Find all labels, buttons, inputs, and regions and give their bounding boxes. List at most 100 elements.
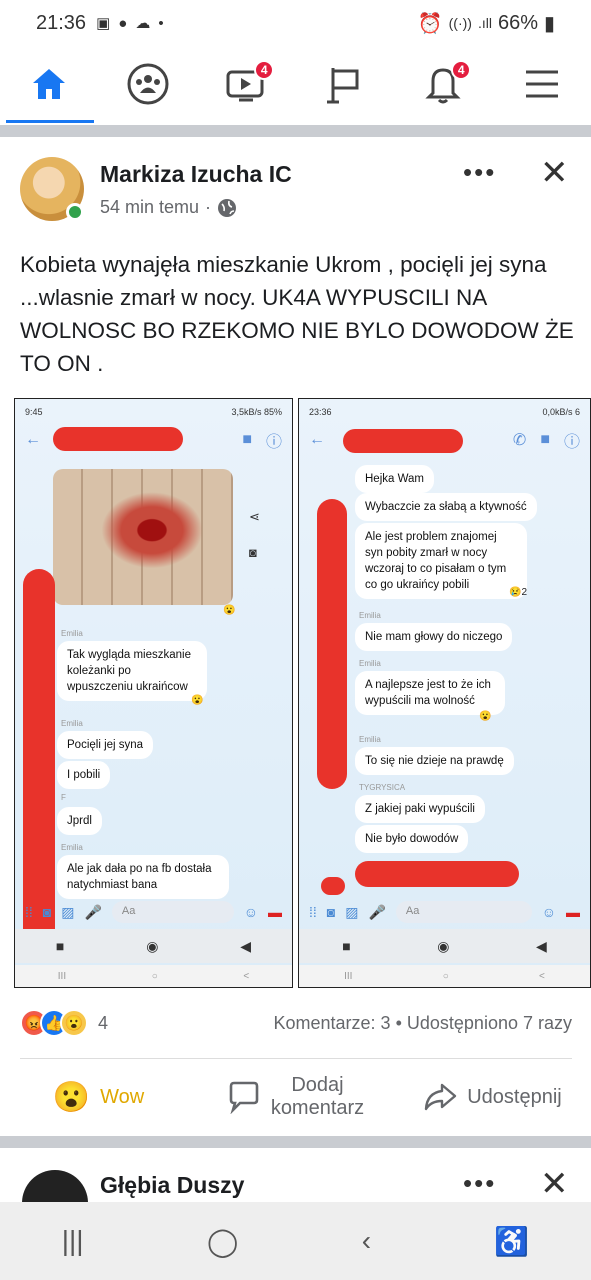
nav-menu[interactable]	[512, 54, 572, 114]
accessibility-icon[interactable]: ♿	[494, 1225, 529, 1258]
dot-icon: •	[158, 14, 164, 32]
notifications-badge: 4	[451, 60, 472, 80]
message-sender: Emilia	[359, 659, 381, 668]
chat-message: Ale jest problem znajomej syn pobity zma…	[355, 523, 527, 599]
cloud-icon: ☁	[135, 15, 151, 32]
chat-message: Wybaczcie za słabą a ktywność	[355, 493, 537, 521]
share-arrow-icon	[425, 1083, 457, 1111]
grid-icon: ⁞⁞	[25, 904, 33, 920]
back-button[interactable]: ‹	[362, 1225, 371, 1257]
video-icon: ■	[540, 431, 550, 448]
share-label: Udostępnij	[467, 1085, 562, 1108]
message-input: Aa	[395, 901, 532, 923]
status-notification-icons: ▣ ● ☁ •	[96, 14, 164, 33]
author-name[interactable]: Markiza Izucha IC	[100, 161, 292, 188]
message-sender: Emilia	[61, 843, 83, 852]
nav-notifications[interactable]: 4	[413, 54, 473, 114]
flag-pl-icon: ▬	[268, 904, 282, 920]
watch-badge: 4	[254, 60, 275, 80]
post-text: Kobieta wynajęła mieszkanie Ukrom , poci…	[20, 252, 574, 376]
chat-message: To się nie dzieje na prawdę	[355, 747, 514, 775]
message-sender: Emilia	[61, 629, 83, 638]
image-icon: ▨	[61, 903, 75, 920]
chat-message: A najlepsze jest to że ich wypuścili ma …	[355, 671, 505, 715]
comments-count[interactable]: Komentarze: 3	[274, 1013, 391, 1033]
recent-apps-icon: III	[344, 970, 353, 982]
mic-icon: 🎤	[368, 903, 386, 920]
comment-button[interactable]: Dodaj komentarz	[197, 1074, 394, 1120]
shot-status-right: 0,0kB/s 6	[542, 407, 580, 417]
grid-icon: ⁞⁞	[309, 904, 317, 920]
nav-groups[interactable]	[118, 54, 178, 114]
shares-count[interactable]: Udostępniono 7 razy	[407, 1013, 572, 1033]
status-time: 21:36	[36, 11, 87, 34]
recent-apps-button[interactable]: |||	[62, 1225, 84, 1257]
shot-status-bar: 23:36 0,0kB/s 6	[299, 399, 590, 425]
signal-icon: .ıll	[477, 15, 492, 31]
shot-nav-bar: ■ ◉ ◀	[15, 929, 292, 963]
wow-label: Wow	[100, 1085, 145, 1108]
shot-composer: ⁞⁞ ◙ ▨ 🎤 Aa ☺ ▬	[299, 897, 590, 927]
camera-icon: ◙	[326, 904, 336, 920]
stop-icon: ■	[342, 938, 351, 954]
emoji-icon: ☺	[243, 904, 258, 920]
battery-level: 66%	[497, 11, 538, 34]
post-meta: 54 min temu ·	[100, 197, 237, 218]
nav-watch[interactable]: 4	[216, 54, 276, 114]
globe-icon	[218, 198, 237, 217]
chat-message: Tak wygląda mieszkanie koleżanki po wpus…	[57, 641, 207, 701]
next-author-name[interactable]: Głębia Duszy	[100, 1172, 244, 1199]
back-arrow-icon: ←	[309, 431, 325, 448]
home-circle-icon: ○	[151, 970, 158, 982]
wifi-icon: ((·))	[448, 15, 472, 31]
post-photo[interactable]: 9:45 3,5kB/s 85% ← ■ ⓘ ⋖ ◙ 😮 Emilia Tak …	[0, 398, 591, 988]
post-time[interactable]: 54 min temu	[100, 197, 199, 218]
nav-pages[interactable]	[315, 54, 375, 114]
reaction-summary[interactable]: 😡 👍 😮	[20, 1009, 88, 1037]
camera-icon: ◙	[42, 904, 52, 920]
chat-message: Hejka Wam	[355, 465, 434, 493]
status-bar: 21:36 ▣ ● ☁ • ⏰ ((·)) .ıll 66% ▮	[0, 0, 591, 46]
facebook-icon: ●	[118, 14, 128, 32]
nav-home[interactable]	[19, 54, 79, 114]
message-sender: Emilia	[359, 611, 381, 620]
shot-status-right: 3,5kB/s 85%	[231, 407, 282, 417]
shot-gesture-bar: III ○ <	[299, 965, 590, 987]
back-icon: ◀	[240, 937, 252, 954]
shot-status-bar: 9:45 3,5kB/s 85%	[15, 399, 292, 425]
flag-pl-icon: ▬	[566, 904, 580, 920]
more-options-button[interactable]: •••	[463, 157, 496, 188]
info-icon: ⓘ	[563, 434, 580, 451]
back-arrow-icon: ←	[25, 431, 41, 448]
wow-icon: 😮	[52, 1080, 91, 1114]
share-button[interactable]: Udostępnij	[394, 1082, 591, 1112]
post-header: Markiza Izucha IC 54 min temu · ••• ✕	[0, 137, 591, 233]
comment-icon	[229, 1081, 259, 1114]
chat-message: I pobili	[57, 761, 111, 789]
blood-photo	[53, 469, 233, 605]
share-icon: ⋖	[249, 509, 260, 524]
gallery-icon: ▣	[96, 15, 111, 32]
post-stats: 😡 👍 😮 4 Komentarze: 3 • Udostępniono 7 r…	[20, 1008, 572, 1038]
redaction-mark	[317, 499, 347, 789]
stop-icon: ■	[55, 938, 65, 954]
emoji-icon: ☺	[541, 904, 556, 920]
reaction-count[interactable]: 4	[98, 1013, 108, 1034]
shot-gesture-bar: III ○ <	[15, 965, 292, 987]
home-button[interactable]: ◯	[207, 1225, 238, 1258]
chat-message: Z jakiej paki wypuścili	[355, 795, 485, 823]
comment-share-counts: Komentarze: 3 • Udostępniono 7 razy	[273, 1012, 573, 1033]
close-post-button[interactable]: ✕	[540, 1164, 569, 1202]
top-nav: 4 4	[0, 46, 591, 122]
shot-nav-bar: ■ ◉ ◀	[299, 929, 590, 963]
wow-reaction-icon: 😮	[60, 1009, 88, 1037]
back-icon: <	[539, 970, 545, 982]
post-actions: 😮 Wow Dodaj komentarz Udostępnij	[0, 1064, 591, 1130]
chat-message: Jprdl	[57, 807, 102, 835]
next-author-avatar[interactable]	[22, 1170, 88, 1202]
wow-button[interactable]: 😮 Wow	[0, 1080, 197, 1115]
home-circle-icon: ◉	[437, 937, 450, 954]
next-post-header: Głębia Duszy ••• ✕	[0, 1150, 591, 1202]
close-post-button[interactable]: ✕	[540, 153, 569, 193]
more-options-button[interactable]: •••	[463, 1168, 496, 1199]
